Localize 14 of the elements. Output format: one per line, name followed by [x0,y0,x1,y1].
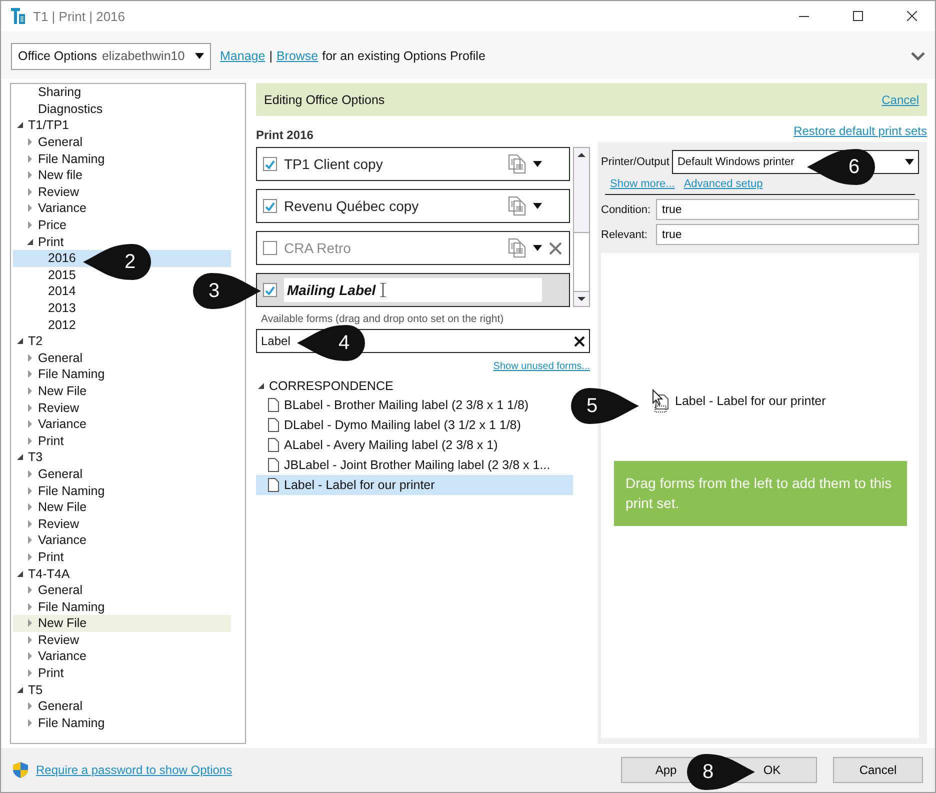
window-title: T1 | Print | 2016 [33,8,126,24]
link-separator: | [269,49,272,63]
dragged-form-label: Label - Label for our printer [675,394,826,408]
drag-hint: Drag forms from the left to add them to this print set. [614,461,906,526]
field-label: Condition: [601,204,652,216]
available-forms-hint: Available forms (drag and drop onto set on the right) [261,313,505,325]
set-name: CRA Retro [284,240,352,256]
profile-hint: for an existing Options Profile [322,49,486,63]
set-name: TP1 Client copy [284,156,384,172]
print-sets-title: Print 2016 [256,128,314,142]
editing-title: Editing Office Options [264,92,385,106]
set-name: Revenu Québec copy [284,198,420,214]
field-label: Relevant: [601,228,648,240]
printer-label: Printer/Output [601,156,670,168]
